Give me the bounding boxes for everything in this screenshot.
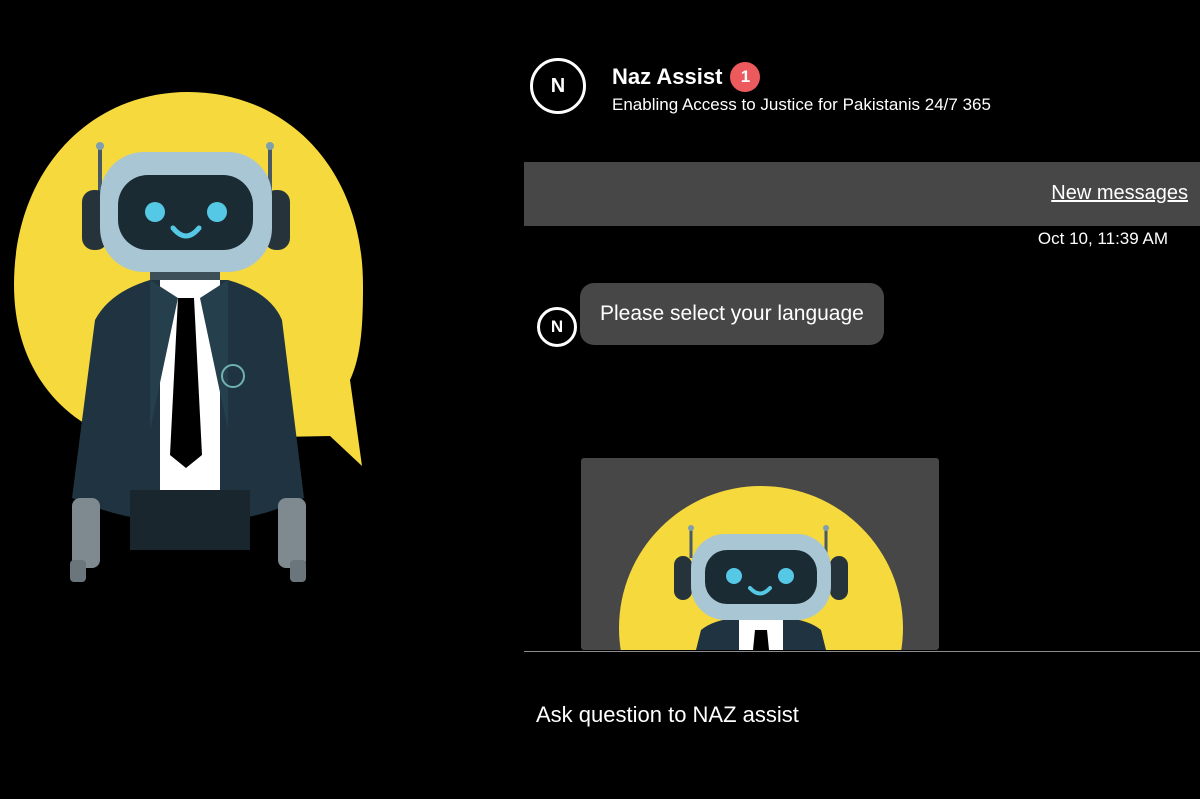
- notification-badge: 1: [730, 62, 761, 92]
- message-avatar: N: [537, 307, 577, 347]
- message-avatar-initial: N: [550, 317, 564, 336]
- bot-avatar-initial: N: [550, 74, 566, 97]
- message-text: Please select your language: [600, 302, 864, 325]
- image-message-card[interactable]: [581, 458, 939, 650]
- message-bubble: Please select your language: [580, 283, 884, 345]
- bot-avatar: N: [530, 58, 586, 114]
- bot-name: Naz Assist: [612, 64, 723, 89]
- chat-header-title: Naz Assist 1: [612, 62, 761, 92]
- new-messages-bar: New messages: [524, 162, 1200, 226]
- composer-divider: [524, 651, 1200, 652]
- new-messages-link[interactable]: New messages: [1051, 182, 1188, 205]
- robot-mascot-thumbnail: [619, 486, 903, 650]
- message-timestamp: Oct 10, 11:39 AM: [1037, 229, 1168, 248]
- question-input[interactable]: [536, 695, 1176, 735]
- robot-mascot-illustration: [14, 92, 363, 582]
- bot-tagline: Enabling Access to Justice for Pakistani…: [612, 95, 991, 114]
